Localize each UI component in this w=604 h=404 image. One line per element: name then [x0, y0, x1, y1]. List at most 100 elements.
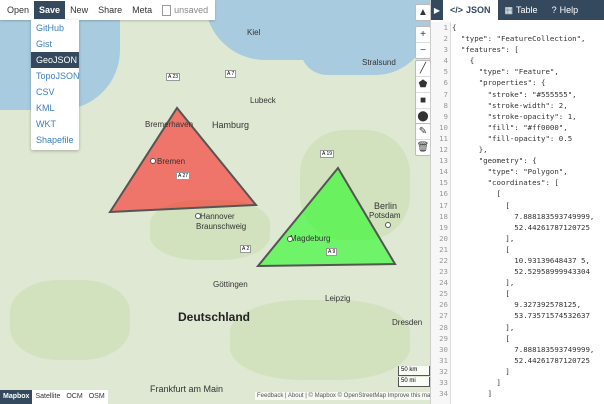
- code-line[interactable]: 8 "stroke-width": 2,: [431, 100, 604, 111]
- city-stralsund: Stralsund: [362, 58, 396, 67]
- draw-line-icon[interactable]: ╱: [416, 61, 430, 77]
- code-line[interactable]: 20 ],: [431, 233, 604, 244]
- draw-rectangle-icon[interactable]: ■: [416, 93, 430, 109]
- code-line[interactable]: 4 {: [431, 55, 604, 66]
- line-number: 17: [439, 200, 448, 210]
- code-text: ]: [452, 366, 510, 376]
- layer-ocm[interactable]: OCM: [63, 390, 85, 404]
- code-line[interactable]: 25 [: [431, 288, 604, 299]
- draw-polygon-icon[interactable]: ⬟: [416, 77, 430, 93]
- line-number: 13: [439, 156, 448, 166]
- layer-satellite[interactable]: Satellite: [32, 390, 63, 404]
- save-csv[interactable]: CSV: [31, 84, 79, 100]
- code-line[interactable]: 26 9.327392578125,: [431, 299, 604, 310]
- compass-icon[interactable]: ▲: [416, 5, 430, 20]
- line-number: 7: [443, 89, 448, 99]
- code-line[interactable]: 14 "type": "Polygon",: [431, 166, 604, 177]
- code-text: 10.93139648437 5,: [452, 255, 590, 265]
- line-number: 5: [443, 67, 448, 77]
- save-topojson[interactable]: TopoJSON: [31, 68, 80, 84]
- zoom-out-icon[interactable]: −: [416, 43, 430, 58]
- save-geojson[interactable]: GeoJSON: [31, 52, 79, 68]
- code-text: 52.44261787120725: [452, 355, 590, 365]
- edit-icon[interactable]: ✎: [416, 124, 430, 140]
- line-number: 18: [439, 211, 448, 221]
- menu-save[interactable]: Save: [34, 1, 66, 19]
- code-line[interactable]: 34 ]: [431, 388, 604, 399]
- document-icon: [162, 4, 172, 16]
- code-text: },: [452, 145, 488, 155]
- code-line[interactable]: 21 [: [431, 244, 604, 255]
- menu-new[interactable]: New: [65, 1, 93, 19]
- collapse-arrow-icon[interactable]: ▶: [431, 6, 443, 15]
- layer-osm[interactable]: OSM: [86, 390, 108, 404]
- menu-share[interactable]: Share: [93, 1, 127, 19]
- road-a27: A 27: [176, 172, 191, 180]
- line-number: 29: [439, 333, 448, 343]
- code-text: ]: [452, 389, 493, 399]
- line-number: 28: [439, 322, 448, 332]
- code-line[interactable]: 22 10.93139648437 5,: [431, 255, 604, 266]
- code-line[interactable]: 5 "type": "Feature",: [431, 66, 604, 77]
- code-line[interactable]: 3 "features": [: [431, 44, 604, 55]
- code-text: 7.888183593749999,: [452, 211, 595, 221]
- menu-bar: Open Save New Share Meta unsaved: [0, 0, 216, 20]
- code-text: ],: [452, 278, 515, 288]
- menu-meta[interactable]: Meta: [127, 1, 157, 19]
- code-line[interactable]: 32 ]: [431, 366, 604, 377]
- line-number: 8: [443, 100, 448, 110]
- code-text: "properties": {: [452, 78, 546, 88]
- code-line[interactable]: 11 "fill-opacity": 0.5: [431, 133, 604, 144]
- code-text: 52.44261787120725: [452, 222, 590, 232]
- code-line[interactable]: 23 52.52958999943304: [431, 266, 604, 277]
- code-line[interactable]: 27 53.73571574532637: [431, 310, 604, 321]
- map-attribution[interactable]: Feedback | About | © Mapbox © OpenStreet…: [255, 392, 436, 400]
- code-line[interactable]: 13 "geometry": {: [431, 155, 604, 166]
- code-line[interactable]: 16 [: [431, 188, 604, 199]
- code-line[interactable]: 7 "stroke": "#555555",: [431, 89, 604, 100]
- code-line[interactable]: 28 ],: [431, 322, 604, 333]
- save-shapefile[interactable]: Shapefile: [31, 132, 79, 148]
- tab-json[interactable]: </> JSON: [443, 0, 498, 20]
- json-editor[interactable]: 1{2 "type": "FeatureCollection", 3 "featu…: [431, 22, 604, 404]
- code-line[interactable]: 12 },: [431, 144, 604, 155]
- code-line[interactable]: 33 ]: [431, 377, 604, 388]
- line-number: 25: [439, 289, 448, 299]
- code-line[interactable]: 6 "properties": {: [431, 77, 604, 88]
- save-github[interactable]: GitHub: [31, 20, 79, 36]
- layer-mapbox[interactable]: Mapbox: [0, 390, 33, 404]
- code-text: [: [452, 244, 510, 254]
- save-kml[interactable]: KML: [31, 100, 79, 116]
- code-line[interactable]: 10 "fill": "#ff0000",: [431, 122, 604, 133]
- trash-icon[interactable]: 🗑: [416, 140, 430, 155]
- panel-tabs: ▶ </> JSON ▦ Table ? Help: [431, 0, 604, 20]
- line-number: 24: [439, 278, 448, 288]
- code-text: "geometry": {: [452, 156, 537, 166]
- code-text: 52.52958999943304: [452, 267, 590, 277]
- code-line[interactable]: 15 "coordinates": [: [431, 177, 604, 188]
- line-number: 19: [439, 222, 448, 232]
- code-line[interactable]: 19 52.44261787120725: [431, 222, 604, 233]
- zoom-in-icon[interactable]: +: [416, 27, 430, 43]
- save-dropdown: GitHub Gist GeoJSON TopoJSON CSV KML WKT…: [31, 20, 80, 150]
- line-number: 30: [439, 344, 448, 354]
- code-line[interactable]: 1{: [431, 22, 604, 33]
- code-line[interactable]: 31 52.44261787120725: [431, 355, 604, 366]
- menu-open[interactable]: Open: [2, 1, 34, 19]
- code-line[interactable]: 30 7.888183593749999,: [431, 344, 604, 355]
- code-line[interactable]: 9 "stroke-opacity": 1,: [431, 111, 604, 122]
- code-text: "coordinates": [: [452, 178, 559, 188]
- code-line[interactable]: 17 [: [431, 200, 604, 211]
- draw-marker-icon[interactable]: ⬤: [416, 109, 430, 124]
- code-line[interactable]: 18 7.888183593749999,: [431, 211, 604, 222]
- road-a19: A 19: [320, 150, 335, 158]
- line-number: 21: [439, 244, 448, 254]
- code-line[interactable]: 2 "type": "FeatureCollection",: [431, 33, 604, 44]
- save-gist[interactable]: Gist: [31, 36, 79, 52]
- save-wkt[interactable]: WKT: [31, 116, 79, 132]
- line-number: 16: [439, 189, 448, 199]
- tab-help[interactable]: ? Help: [545, 0, 586, 20]
- code-line[interactable]: 29 [: [431, 333, 604, 344]
- code-line[interactable]: 24 ],: [431, 277, 604, 288]
- tab-table[interactable]: ▦ Table: [498, 0, 545, 20]
